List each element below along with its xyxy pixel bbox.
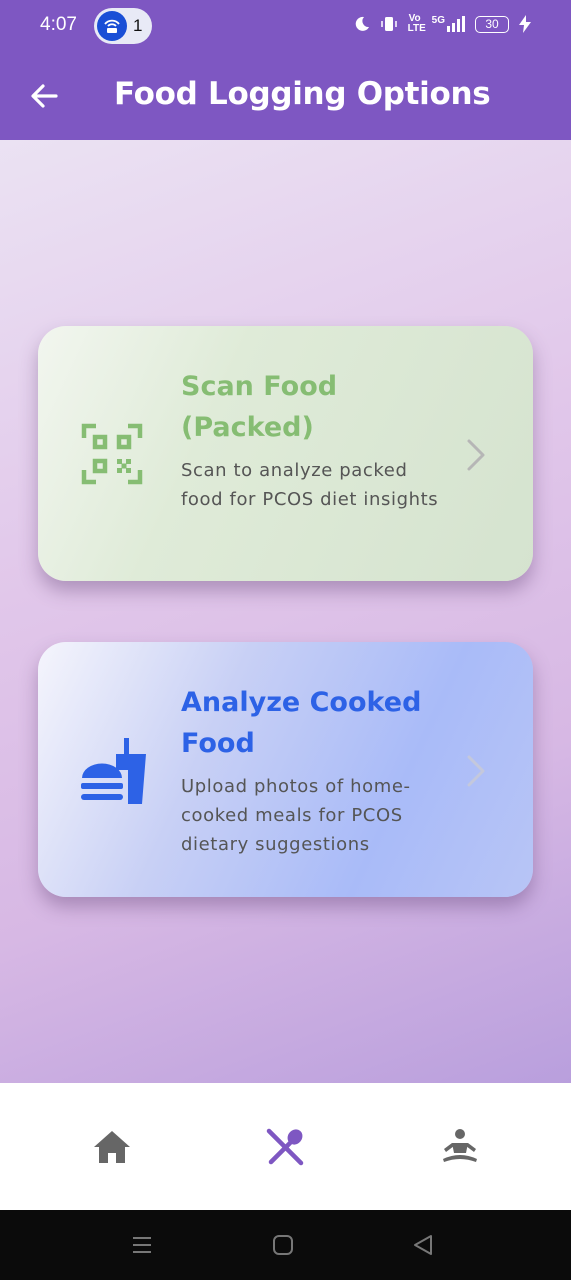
nav-food[interactable]	[265, 1127, 305, 1167]
status-indicators: Vo LTE 5G 30	[354, 14, 531, 34]
back-arrow-icon	[31, 84, 58, 108]
scan-food-card[interactable]: Scan Food (Packed) Scan to analyze packe…	[38, 326, 533, 581]
home-circle-icon[interactable]	[271, 1233, 295, 1257]
app-bar: Food Logging Options	[0, 52, 571, 140]
notification-count: 1	[133, 16, 143, 35]
fastfood-icon	[80, 738, 146, 804]
analyze-cooked-food-title: Analyze Cooked Food	[181, 687, 422, 759]
analyze-cooked-food-card[interactable]: Analyze Cooked Food Upload photos of hom…	[38, 642, 533, 897]
page-title: Food Logging Options	[114, 76, 491, 112]
chevron-right-icon	[465, 438, 487, 472]
battery-indicator: 30	[475, 15, 509, 33]
qr-scan-icon	[80, 422, 144, 486]
charging-icon	[519, 15, 531, 33]
signal-icon: 5G	[432, 16, 465, 32]
status-time: 4:07	[40, 14, 77, 35]
nav-home[interactable]	[92, 1127, 132, 1167]
hotspot-notification-pill[interactable]: 1	[94, 8, 152, 44]
scan-food-description: Scan to analyze packed food for PCOS die…	[181, 460, 439, 510]
bottom-navigation	[0, 1083, 571, 1210]
analyze-cooked-food-description: Upload photos of home-cooked meals for P…	[181, 776, 411, 855]
system-navigation-bar	[0, 1210, 571, 1280]
meditation-icon	[443, 1129, 477, 1162]
moon-icon	[355, 16, 369, 31]
recent-apps-icon[interactable]	[130, 1233, 154, 1257]
restaurant-icon	[266, 1128, 304, 1166]
back-button[interactable]	[26, 78, 62, 114]
volte-label: Vo LTE	[407, 13, 426, 34]
options-area: Scan Food (Packed) Scan to analyze packe…	[0, 140, 571, 1083]
back-triangle-icon[interactable]	[411, 1233, 435, 1257]
status-bar: 4:07 1 Vo LTE 5G 30	[0, 0, 571, 52]
network-label: 5G	[431, 15, 445, 26]
hotspot-icon	[97, 11, 127, 41]
home-icon	[94, 1131, 130, 1163]
vibrate-icon	[380, 17, 397, 31]
nav-wellness[interactable]	[440, 1127, 480, 1167]
chevron-right-icon	[465, 754, 487, 788]
scan-food-title: Scan Food (Packed)	[181, 371, 338, 443]
